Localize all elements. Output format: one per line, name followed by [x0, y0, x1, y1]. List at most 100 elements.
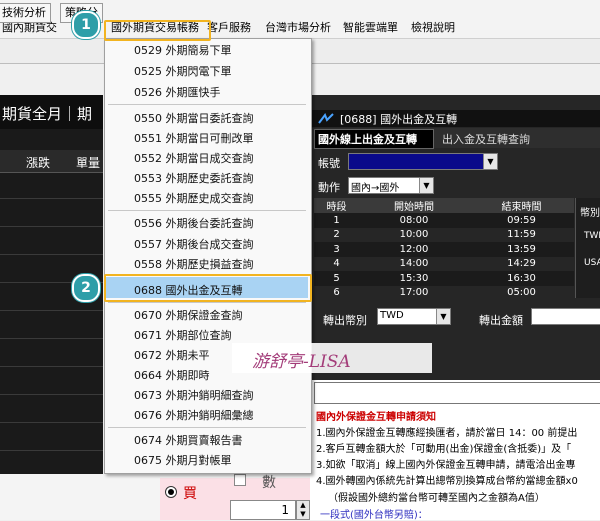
- quote-title: 期貨全月｜期: [2, 105, 93, 123]
- quantity-input[interactable]: 1: [230, 500, 296, 520]
- chevron-down-icon: ▼: [419, 178, 433, 193]
- checkbox[interactable]: [234, 474, 246, 486]
- menu-item-0676[interactable]: 0676 外期沖銷明細彙總: [134, 407, 254, 423]
- menu-item-0670[interactable]: 0670 外期保證金查詢: [134, 307, 243, 323]
- slot-cell: 3: [314, 242, 359, 257]
- notice-title: 國內外保證金互轉申請須知: [316, 412, 436, 423]
- row-divider: [0, 310, 103, 311]
- slot-cell: 4: [314, 256, 359, 271]
- start-cell: 12:00: [359, 242, 469, 257]
- menu-item-0671[interactable]: 0671 外期部位查詢: [134, 327, 232, 343]
- slot-cell: 1: [314, 213, 359, 228]
- row-divider: [0, 366, 103, 367]
- row-divider: [0, 422, 103, 423]
- menu-item-0664[interactable]: 0664 外期即時: [134, 367, 210, 383]
- notice-input-field[interactable]: [314, 382, 600, 404]
- app-logo-icon: [318, 113, 334, 124]
- slot-cell: 2: [314, 227, 359, 242]
- end-cell: 05:00: [469, 285, 574, 300]
- slot-cell: 6: [314, 285, 359, 300]
- buy-radio[interactable]: [165, 486, 177, 498]
- menu-item-0525[interactable]: 0525 外期閃電下單: [134, 63, 232, 79]
- menu-item-0526[interactable]: 0526 外期匯快手: [134, 84, 221, 100]
- row-divider: [0, 226, 103, 227]
- quantity-stepper[interactable]: ▲ ▼: [296, 500, 310, 520]
- menu-item-0552[interactable]: 0552 外期當日成交查詢: [134, 150, 254, 166]
- notice-line: 1.國內外保證金互轉應經換匯者，請於當日 14：00 前提出: [316, 428, 578, 439]
- menu-separator: [108, 427, 306, 428]
- menu-item-0673[interactable]: 0673 外期沖銷明細查詢: [134, 387, 254, 403]
- account-label: 帳號: [318, 157, 340, 170]
- row-divider: [0, 198, 103, 199]
- column-change: 漲跌: [26, 156, 51, 170]
- menu-view-help[interactable]: 檢視說明: [411, 20, 455, 36]
- end-cell: 13:59: [469, 242, 574, 257]
- window-title: [0688] 國外出金及互轉: [340, 113, 458, 126]
- menu-item-0529[interactable]: 0529 外期簡易下單: [134, 42, 232, 58]
- watermark-text: 游舒亭-LISA: [252, 352, 351, 372]
- chevron-down-icon: ▼: [483, 154, 497, 169]
- menu-separator: [108, 104, 306, 105]
- technical-analysis-button[interactable]: 技術分析: [0, 3, 51, 23]
- slot-cell: 5: [314, 271, 359, 286]
- currency-twd: TWD: [584, 231, 600, 241]
- end-cell: 16:30: [469, 271, 574, 286]
- menu-separator: [108, 210, 306, 211]
- tab-online-transfer-label: 國外線上出金及互轉: [318, 133, 417, 146]
- currency-usa: USA: [584, 258, 600, 268]
- highlight-box-item: [104, 274, 312, 302]
- column-volume: 單量: [76, 156, 101, 170]
- menu-item-0672[interactable]: 0672 外期未平: [134, 347, 210, 363]
- step-badge-1: 1: [72, 11, 100, 39]
- menu-item-0557[interactable]: 0557 外期後台成交查詢: [134, 236, 254, 252]
- menu-item-0555[interactable]: 0555 外期歷史成交查詢: [134, 190, 254, 206]
- notice-line: 4.國外轉國內係統先計算出總幣別換算成台幣約當總金額x0: [316, 476, 578, 487]
- schedule-header: 結束時間: [469, 198, 574, 213]
- notice-line: 2.客戶互轉金額大於「可動用(出金)保證金(含抵委)」及「: [316, 444, 572, 455]
- menu-smart-cloud[interactable]: 智能雲端單: [343, 20, 398, 36]
- start-cell: 14:00: [359, 256, 469, 271]
- quantity-value: 1: [281, 503, 289, 517]
- schedule-table: 時段 開始時間 結束時間 1 08:00 09:59 2 10:00 11:59 3 12…: [314, 198, 574, 300]
- quantity-label: 數: [262, 475, 276, 491]
- row-divider: [0, 450, 103, 451]
- menu-taiwan-market[interactable]: 台灣市場分析: [265, 20, 331, 36]
- menu-item-0556[interactable]: 0556 外期後台委託查詢: [134, 215, 254, 231]
- out-currency-value: TWD: [380, 310, 404, 321]
- menu-item-0553[interactable]: 0553 外期歷史委託查詢: [134, 170, 254, 186]
- out-amount-input[interactable]: [531, 308, 600, 325]
- action-value: 國內→國外: [351, 183, 400, 194]
- start-cell: 17:00: [359, 285, 469, 300]
- out-amount-label: 轉出金額: [479, 314, 523, 327]
- highlight-box-menu: [104, 20, 211, 41]
- step-badge-2: 2: [72, 274, 100, 302]
- action-label: 動作: [318, 181, 340, 194]
- chevron-down-icon: ▼: [436, 309, 450, 324]
- buy-label: 買: [183, 486, 197, 502]
- out-currency-label: 轉出幣別: [323, 314, 367, 327]
- end-cell: 11:59: [469, 227, 574, 242]
- menu-customer-service[interactable]: 客戶服務: [207, 20, 251, 36]
- notice-line: （假設國外總約當台幣可轉至國內之金額為A值）: [328, 493, 545, 504]
- start-cell: 10:00: [359, 227, 469, 242]
- currency-header: 幣別: [580, 208, 600, 219]
- action-select[interactable]: 國內→國外 ▼: [348, 177, 434, 194]
- end-cell: 14:29: [469, 256, 574, 271]
- start-cell: 15:30: [359, 271, 469, 286]
- menu-item-0550[interactable]: 0550 外期當日委託查詢: [134, 110, 254, 126]
- account-select[interactable]: ▼: [348, 153, 498, 170]
- schedule-header: 時段: [314, 198, 359, 213]
- menu-item-0551[interactable]: 0551 外期當日可刪改單: [134, 130, 254, 146]
- out-currency-select[interactable]: TWD ▼: [377, 308, 451, 325]
- menu-separator: [108, 302, 306, 303]
- menu-item-0675[interactable]: 0675 外期月對帳單: [134, 452, 232, 468]
- tab-transfer-query[interactable]: 出入金及互轉查詢: [442, 131, 530, 147]
- start-cell: 08:00: [359, 213, 469, 228]
- end-cell: 09:59: [469, 213, 574, 228]
- row-divider: [0, 394, 103, 395]
- row-divider: [0, 338, 103, 339]
- menu-item-0558[interactable]: 0558 外期歷史損益查詢: [134, 256, 254, 272]
- notice-line: 3.如欲「取消」線上國內外保證金互轉申請，請電洽出金專: [316, 460, 576, 471]
- notice-line: 一段式(國外台幣另賠)：: [320, 510, 428, 521]
- menu-item-0674[interactable]: 0674 外期買賣報告書: [134, 432, 243, 448]
